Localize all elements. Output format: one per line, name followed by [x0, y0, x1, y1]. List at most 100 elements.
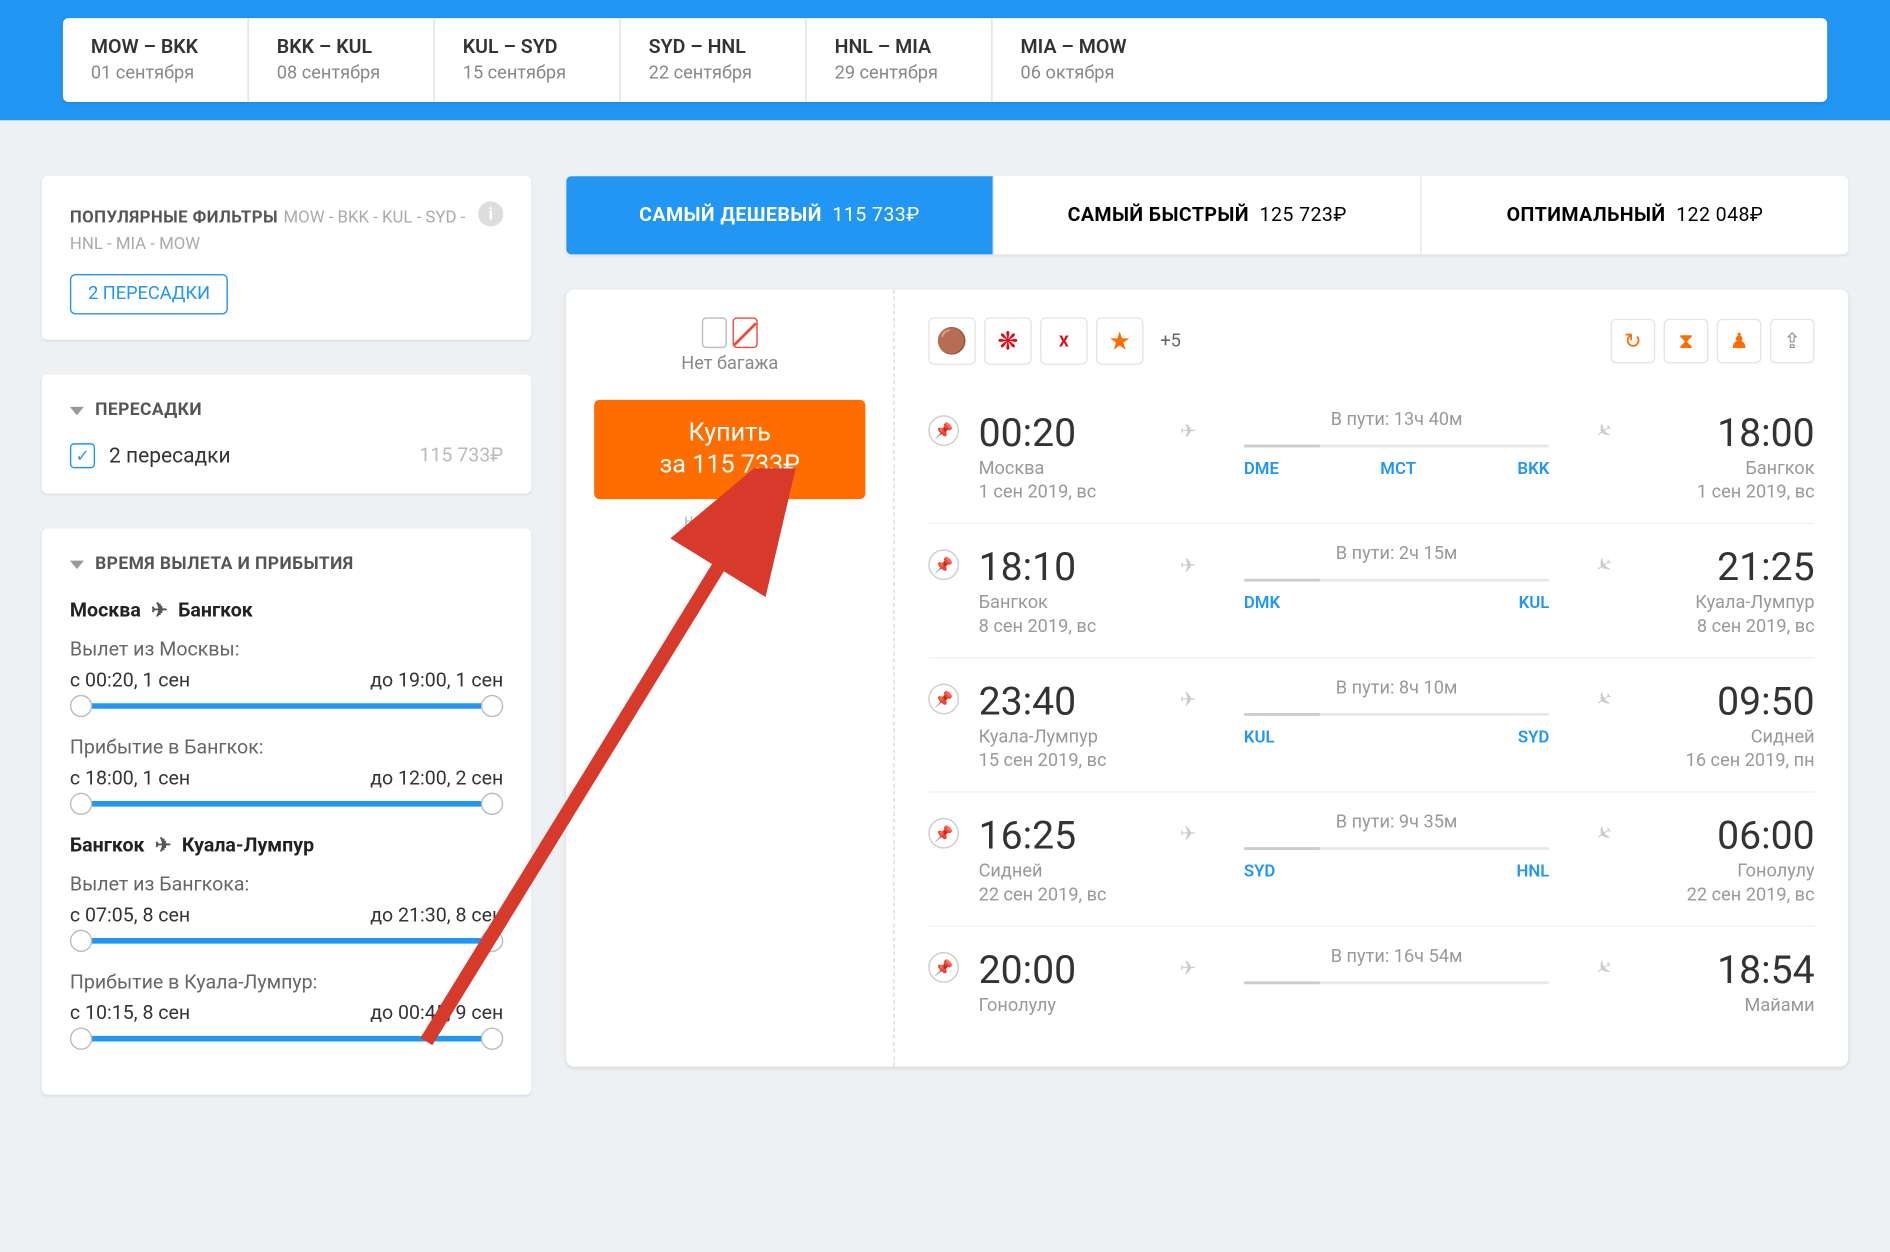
pin-icon[interactable]: 📌: [928, 818, 959, 849]
slider-track[interactable]: [81, 801, 492, 807]
route-date: 01 сентября: [91, 63, 220, 84]
seat-icon[interactable]: ♟: [1717, 319, 1762, 364]
route-tab[interactable]: MOW – BKK01 сентября: [63, 18, 249, 102]
arrival-time: 18:00: [1633, 410, 1815, 456]
info-icon[interactable]: i: [478, 201, 503, 226]
sort-tabs: САМЫЙ ДЕШЕВЫЙ 115 733₽ САМЫЙ БЫСТРЫЙ 125…: [566, 176, 1848, 254]
segment-line: [1244, 981, 1550, 984]
slider-label: Прибытие в Куала-Лумпур:: [70, 972, 503, 994]
route-tab[interactable]: MIA – MOW06 октября: [993, 18, 1179, 102]
sort-tab-cheapest[interactable]: САМЫЙ ДЕШЕВЫЙ 115 733₽: [566, 176, 994, 254]
popular-filters-title: ПОПУЛЯРНЫЕ ФИЛЬТРЫ: [70, 207, 278, 227]
slider-from: с 10:15, 8 сен: [70, 1002, 190, 1024]
slider-thumb[interactable]: [70, 695, 92, 717]
filter-chip-transfers[interactable]: 2 ПЕРЕСАДКИ: [70, 274, 228, 315]
plane-arrival-icon: ✈: [1592, 687, 1618, 715]
ticket-buy-panel: Нет багажа Купить за 115 733₽ на Kiwi.co…: [566, 289, 895, 1066]
segment-line: [1244, 579, 1550, 582]
transfers-section-title[interactable]: ПЕРЕСАДКИ: [70, 400, 503, 421]
route-tab[interactable]: SYD – HNL22 сентября: [621, 18, 807, 102]
flight-segment[interactable]: 📌 18:10 Бангкок 8 сен 2019, вс ✈ В пути:…: [928, 524, 1814, 658]
leg-title: Москва ✈ Бангкок: [70, 600, 503, 622]
route-bar: MOW – BKK01 сентября BKK – KUL 08 сентября…: [0, 0, 1890, 120]
airline-logo-3: X: [1040, 317, 1088, 365]
refresh-icon[interactable]: ↻: [1610, 319, 1655, 364]
pin-icon[interactable]: 📌: [928, 549, 959, 580]
slider-thumb[interactable]: [70, 1028, 92, 1050]
airline-logos: 🟤 ❋ X ★ +5: [928, 317, 1189, 365]
route-code: BKK – KUL: [277, 36, 406, 58]
caret-down-icon: [70, 560, 84, 568]
plane-departure-icon: ✈: [1180, 689, 1196, 711]
airline-logo-4: ★: [1096, 317, 1144, 365]
arrival-city: Бангкок: [1633, 459, 1815, 480]
popular-filters-card: i ПОПУЛЯРНЫЕ ФИЛЬТРЫ MOW - BKK - KUL - S…: [42, 176, 531, 340]
pin-icon[interactable]: 📌: [928, 415, 959, 446]
departure-city: Москва: [979, 459, 1161, 480]
arrival-time: 18:54: [1633, 946, 1815, 992]
flight-segment[interactable]: 📌 20:00 Гонолулу ✈ В пути: 16ч 54м ✈ 18:…: [928, 927, 1814, 1039]
hourglass-icon[interactable]: ⧗: [1664, 319, 1709, 364]
slider-thumb[interactable]: [481, 695, 503, 717]
buy-button[interactable]: Купить за 115 733₽: [594, 400, 865, 499]
slider-label: Прибытие в Бангкок:: [70, 737, 503, 759]
airline-logo-2: ❋: [984, 317, 1032, 365]
plane-arrival-icon: ✈: [1592, 821, 1618, 849]
arrival-city: Сидней: [1633, 727, 1815, 748]
ticket-actions: ↻ ⧗ ♟ ⇪: [1610, 319, 1814, 364]
arrival-date: 22 сен 2019, вс: [1633, 885, 1815, 906]
ticket-card: Нет багажа Купить за 115 733₽ на Kiwi.co…: [566, 289, 1848, 1066]
slider-to: до 21:30, 8 сен: [370, 905, 503, 927]
slider-label: Вылет из Москвы:: [70, 639, 503, 661]
no-baggage-icon: [733, 317, 758, 348]
flight-segment[interactable]: 📌 00:20 Москва 1 сен 2019, вс ✈ В пути: …: [928, 390, 1814, 524]
slider-thumb[interactable]: [481, 793, 503, 815]
slider-track[interactable]: [81, 703, 492, 709]
pin-icon[interactable]: 📌: [928, 684, 959, 715]
slider-thumb[interactable]: [70, 793, 92, 815]
transfers-filter-card: ПЕРЕСАДКИ ✓ 2 пересадки 115 733₽: [42, 375, 531, 494]
segment-codes: DMKKUL: [1244, 593, 1550, 613]
pin-icon[interactable]: 📌: [928, 952, 959, 983]
route-date: 22 сентября: [649, 63, 778, 84]
share-icon[interactable]: ⇪: [1770, 319, 1815, 364]
route-tabs: MOW – BKK01 сентября BKK – KUL 08 сентября…: [63, 18, 1827, 102]
times-filter-card: ВРЕМЯ ВЫЛЕТА И ПРИБЫТИЯ Москва ✈ Бангкок…: [42, 528, 531, 1094]
flight-segment[interactable]: 📌 16:25 Сидней 22 сен 2019, вс ✈ В пути:…: [928, 793, 1814, 927]
route-date: 08 сентября: [277, 63, 406, 84]
slider-thumb[interactable]: [70, 930, 92, 952]
arrival-time: 09:50: [1633, 678, 1815, 724]
slider-from: с 00:20, 1 сен: [70, 670, 190, 692]
route-date: 29 сентября: [835, 63, 964, 84]
segment-line: [1244, 445, 1550, 448]
departure-date: 1 сен 2019, вс: [979, 482, 1161, 503]
plane-departure-icon: ✈: [1180, 555, 1196, 577]
slider-track[interactable]: [81, 1036, 492, 1042]
results-column: САМЫЙ ДЕШЕВЫЙ 115 733₽ САМЫЙ БЫСТРЫЙ 125…: [566, 176, 1848, 1129]
sort-tab-optimal[interactable]: ОПТИМАЛЬНЫЙ 122 048₽: [1422, 176, 1848, 254]
slider-thumb[interactable]: [481, 1028, 503, 1050]
flight-segment[interactable]: 📌 23:40 Куала-Лумпур 15 сен 2019, вс ✈ В…: [928, 658, 1814, 792]
buy-agency: на Kiwi.com: [594, 510, 865, 530]
checkbox-2-transfers[interactable]: ✓: [70, 443, 95, 468]
route-tab[interactable]: HNL – MIA29 сентября: [807, 18, 993, 102]
sort-tab-fastest[interactable]: САМЫЙ БЫСТРЫЙ 125 723₽: [994, 176, 1422, 254]
airlines-more[interactable]: +5: [1152, 331, 1189, 352]
times-section-title[interactable]: ВРЕМЯ ВЫЛЕТА И ПРИБЫТИЯ: [70, 554, 503, 575]
segment-codes: SYDHNL: [1244, 861, 1550, 881]
slider-track[interactable]: [81, 938, 492, 944]
route-tab[interactable]: KUL – SYD15 сентября: [435, 18, 621, 102]
arrival-time: 21:25: [1633, 544, 1815, 590]
departure-time: 23:40: [979, 678, 1161, 724]
route-date: 15 сентября: [463, 63, 592, 84]
segment-codes: KULSYD: [1244, 727, 1550, 747]
arrival-date: 16 сен 2019, пн: [1633, 751, 1815, 772]
departure-time: 16:25: [979, 812, 1161, 858]
departure-date: 15 сен 2019, вс: [979, 751, 1161, 772]
route-tab[interactable]: BKK – KUL 08 сентября: [249, 18, 435, 102]
slider-thumb[interactable]: [481, 930, 503, 952]
baggage-text: Нет багажа: [594, 354, 865, 375]
segment-codes: DMEMCTBKK: [1244, 459, 1550, 479]
plane-icon: ✈: [155, 835, 171, 857]
baggage-icons: [594, 317, 865, 348]
